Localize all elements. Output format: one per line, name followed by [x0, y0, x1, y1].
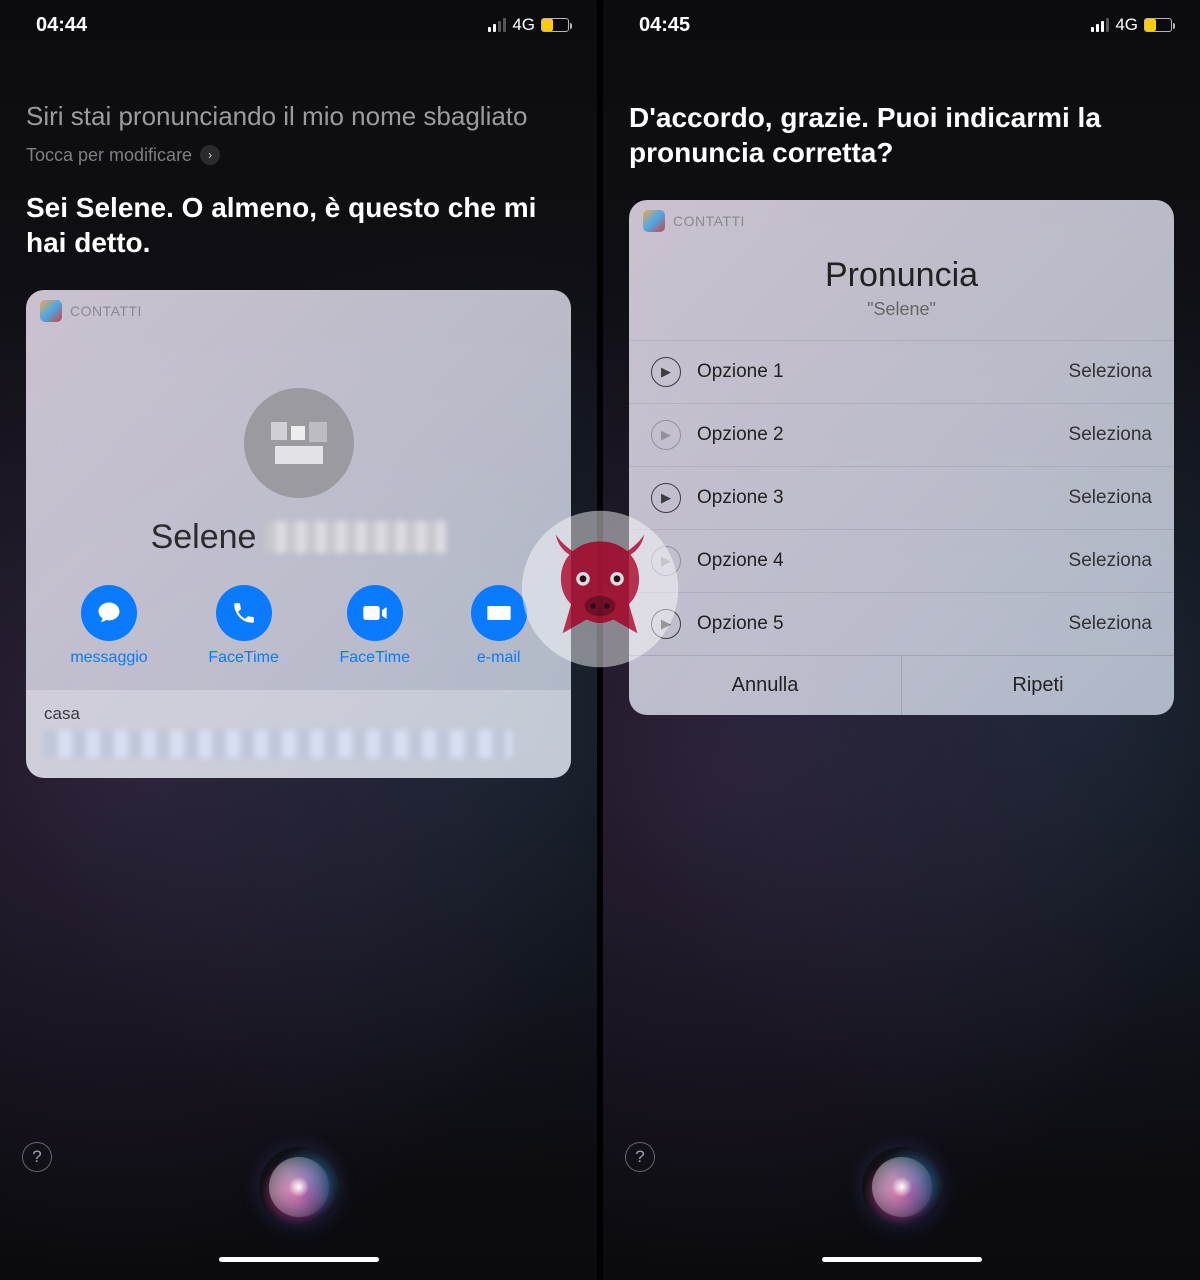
- pronuncia-option-row[interactable]: ▶ Opzione 1 Seleziona: [629, 340, 1174, 403]
- avatar: [244, 388, 354, 498]
- bottom-area: [0, 1147, 597, 1268]
- signal-icon: [488, 18, 506, 32]
- user-utterance[interactable]: Siri stai pronunciando il mio nome sbagl…: [26, 100, 571, 133]
- play-icon[interactable]: ▶: [651, 609, 681, 639]
- phone-icon: [216, 585, 272, 641]
- contact-first-name: Selene: [151, 518, 257, 557]
- pronuncia-body: Pronuncia "Selene" ▶ Opzione 1 Seleziona…: [629, 238, 1174, 715]
- status-bar: 04:44 4G: [0, 0, 597, 50]
- network-label: 4G: [512, 15, 535, 35]
- card-header: CONTATTI: [629, 200, 1174, 238]
- section-label: casa: [44, 704, 553, 724]
- card-header: CONTATTI: [26, 290, 571, 328]
- play-icon[interactable]: ▶: [651, 357, 681, 387]
- option-label: Opzione 5: [697, 613, 784, 635]
- contacts-card: CONTATTI Selene messaggio: [26, 290, 571, 778]
- phone-right: 04:45 4G D'accordo, grazie. Puoi indicar…: [603, 0, 1200, 1280]
- contact-top: Selene: [26, 328, 571, 567]
- pronuncia-card: CONTATTI Pronuncia "Selene" ▶ Opzione 1 …: [629, 200, 1174, 715]
- pronuncia-option-list: ▶ Opzione 1 Seleziona ▶ Opzione 2 Selezi…: [629, 340, 1174, 655]
- option-select[interactable]: Seleziona: [1069, 361, 1152, 383]
- siri-reply: Sei Selene. O almeno, è questo che mi ha…: [26, 190, 571, 260]
- signal-icon: [1091, 18, 1109, 32]
- option-select[interactable]: Seleziona: [1069, 424, 1152, 446]
- option-select[interactable]: Seleziona: [1069, 613, 1152, 635]
- siri-reply: D'accordo, grazie. Puoi indicarmi la pro…: [629, 100, 1174, 170]
- action-video[interactable]: FaceTime: [340, 585, 411, 667]
- home-indicator[interactable]: [219, 1257, 379, 1262]
- bottom-area: [603, 1147, 1200, 1268]
- action-message-label: messaggio: [70, 649, 147, 667]
- status-right: 4G: [1091, 15, 1172, 35]
- siri-orb-icon[interactable]: [259, 1147, 339, 1227]
- option-label: Opzione 2: [697, 424, 784, 446]
- status-bar: 04:45 4G: [603, 0, 1200, 50]
- message-icon: [81, 585, 137, 641]
- pronuncia-subtitle: "Selene": [629, 299, 1174, 320]
- battery-icon: [541, 18, 569, 32]
- play-icon[interactable]: ▶: [651, 420, 681, 450]
- repeat-button[interactable]: Ripeti: [902, 656, 1174, 715]
- option-label: Opzione 3: [697, 487, 784, 509]
- pronuncia-option-row[interactable]: ▶ Opzione 5 Seleziona: [629, 592, 1174, 655]
- card-footer: Annulla Ripeti: [629, 655, 1174, 715]
- phone-left: 04:44 4G Siri stai pronunciando il mio n…: [0, 0, 597, 1280]
- contact-section-home[interactable]: casa: [26, 689, 571, 778]
- section-value-redacted: [44, 730, 512, 758]
- option-label: Opzione 4: [697, 550, 784, 572]
- option-select[interactable]: Seleziona: [1069, 487, 1152, 509]
- action-email[interactable]: e-mail: [471, 585, 527, 667]
- card-app-label: CONTATTI: [70, 303, 142, 319]
- edit-hint-label: Tocca per modificare: [26, 145, 192, 166]
- pronuncia-option-row[interactable]: ▶ Opzione 4 Seleziona: [629, 529, 1174, 592]
- card-app-label: CONTATTI: [673, 213, 745, 229]
- action-video-label: FaceTime: [340, 649, 411, 667]
- status-time: 04:45: [639, 14, 690, 37]
- contact-name: Selene: [151, 518, 447, 557]
- video-icon: [347, 585, 403, 641]
- mail-icon: [471, 585, 527, 641]
- action-email-label: e-mail: [477, 649, 521, 667]
- battery-icon: [1144, 18, 1172, 32]
- status-right: 4G: [488, 15, 569, 35]
- chevron-right-icon: ›: [200, 145, 220, 165]
- contact-surname-redacted: [266, 521, 446, 553]
- contact-actions: messaggio FaceTime FaceTime: [26, 567, 571, 689]
- edit-hint[interactable]: Tocca per modificare ›: [26, 145, 571, 166]
- pronuncia-option-row[interactable]: ▶ Opzione 3 Seleziona: [629, 466, 1174, 529]
- network-label: 4G: [1115, 15, 1138, 35]
- action-call[interactable]: FaceTime: [208, 585, 279, 667]
- option-label: Opzione 1: [697, 361, 784, 383]
- home-indicator[interactable]: [822, 1257, 982, 1262]
- siri-content: D'accordo, grazie. Puoi indicarmi la pro…: [603, 50, 1200, 1280]
- action-message[interactable]: messaggio: [70, 585, 147, 667]
- pronuncia-title: Pronuncia: [629, 256, 1174, 295]
- cancel-button[interactable]: Annulla: [629, 656, 902, 715]
- siri-orb-icon[interactable]: [862, 1147, 942, 1227]
- status-time: 04:44: [36, 14, 87, 37]
- play-icon[interactable]: ▶: [651, 483, 681, 513]
- play-icon[interactable]: ▶: [651, 546, 681, 576]
- siri-content: Siri stai pronunciando il mio nome sbagl…: [0, 50, 597, 1280]
- option-select[interactable]: Seleziona: [1069, 550, 1152, 572]
- action-call-label: FaceTime: [208, 649, 279, 667]
- contacts-app-icon: [643, 210, 665, 232]
- contacts-app-icon: [40, 300, 62, 322]
- pronuncia-option-row[interactable]: ▶ Opzione 2 Seleziona: [629, 403, 1174, 466]
